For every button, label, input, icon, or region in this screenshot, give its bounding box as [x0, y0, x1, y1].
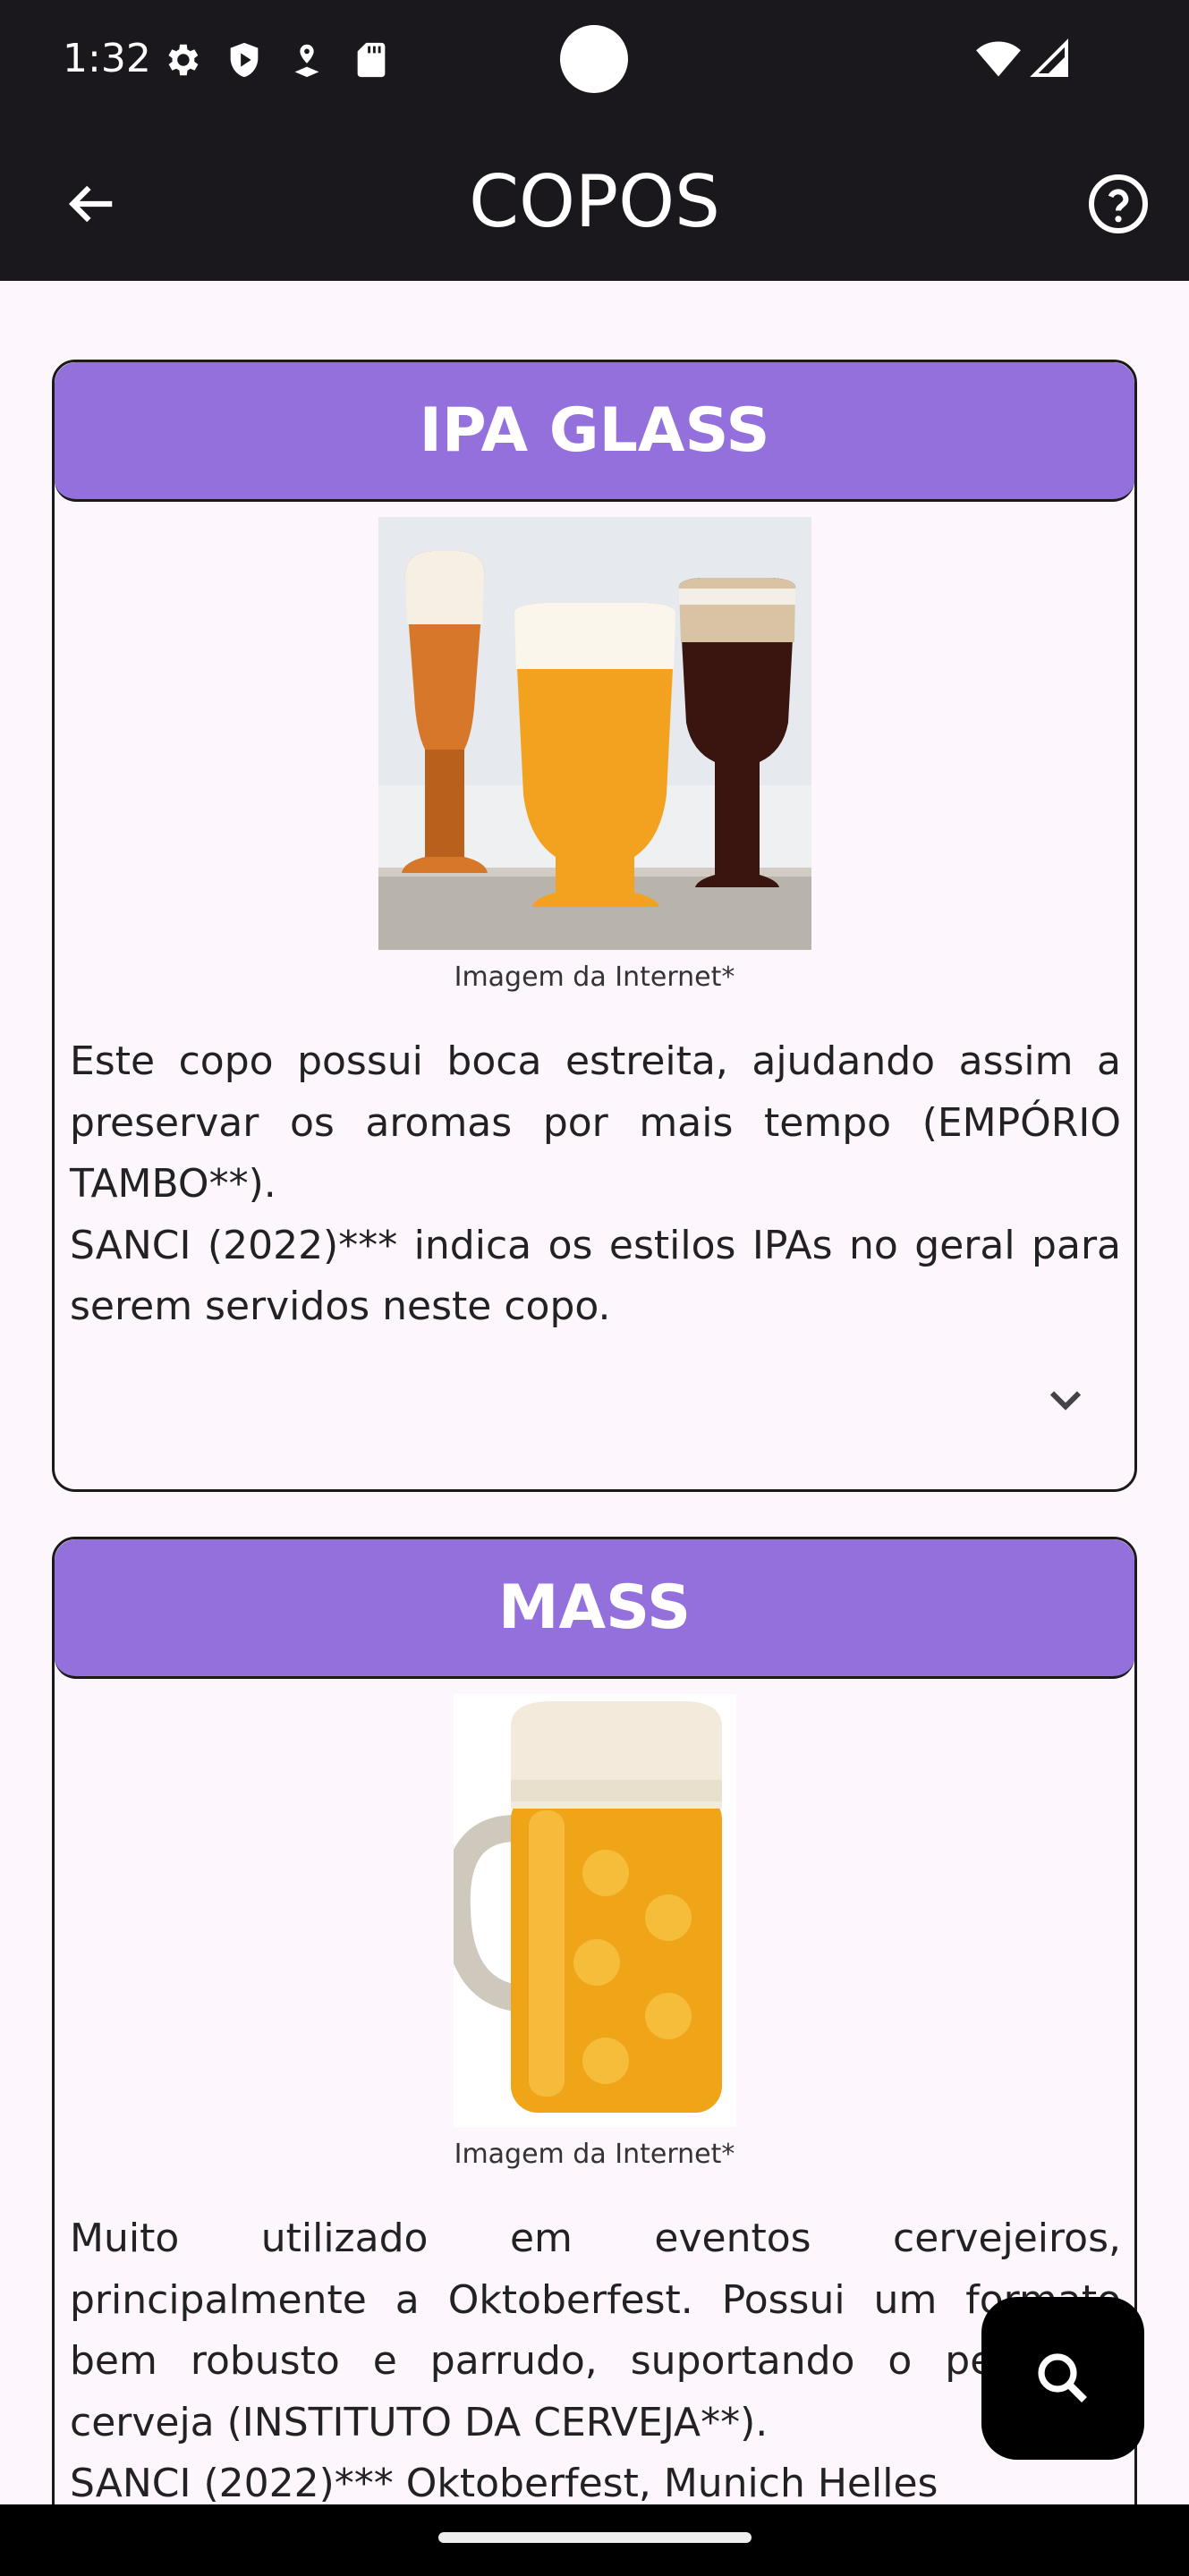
- help-circle-icon: [1089, 174, 1148, 233]
- signal-icon: [1030, 38, 1068, 77]
- help-button[interactable]: [1074, 159, 1163, 249]
- expand-button[interactable]: [1039, 1373, 1092, 1427]
- card-header: MASS: [55, 1539, 1134, 1679]
- location-pin-icon: [294, 44, 319, 78]
- card-description: Este copo possui boca estreita, ajudando…: [70, 1038, 1121, 1329]
- app-bar: COPOS: [0, 125, 1189, 281]
- shield-play-icon: [230, 42, 259, 78]
- status-time: 1:32: [63, 36, 151, 81]
- glass-card[interactable]: MASS Imagem da Internet* Muito utilizado…: [52, 1537, 1137, 2504]
- wifi-icon: [976, 41, 1021, 77]
- mass-beer-mug-image: [454, 1694, 736, 2127]
- front-camera: [560, 25, 628, 93]
- status-bar: 1:32: [0, 0, 1189, 125]
- image-caption: Imagem da Internet*: [454, 2139, 735, 2170]
- image-caption: Imagem da Internet*: [454, 962, 735, 993]
- card-title: MASS: [497, 1572, 692, 1643]
- search-button[interactable]: [981, 2297, 1144, 2460]
- card-title: IPA GLASS: [419, 395, 770, 466]
- search-icon: [1038, 2353, 1087, 2402]
- gear-icon: [168, 44, 199, 76]
- glass-card[interactable]: IPA GLASS Imagem da Internet* Este copo …: [52, 360, 1137, 1492]
- sd-card-icon: [357, 42, 386, 78]
- ipa-glasses-image: [378, 517, 811, 950]
- card-header: IPA GLASS: [55, 362, 1134, 502]
- chevron-down-icon: [1049, 1391, 1082, 1411]
- page-title: COPOS: [469, 160, 720, 243]
- home-gesture-handle[interactable]: [438, 2532, 752, 2543]
- card-description: Muito utilizado em eventos cervejeiros, …: [70, 2216, 1121, 2504]
- content-list[interactable]: IPA GLASS Imagem da Internet* Este copo …: [0, 281, 1189, 2504]
